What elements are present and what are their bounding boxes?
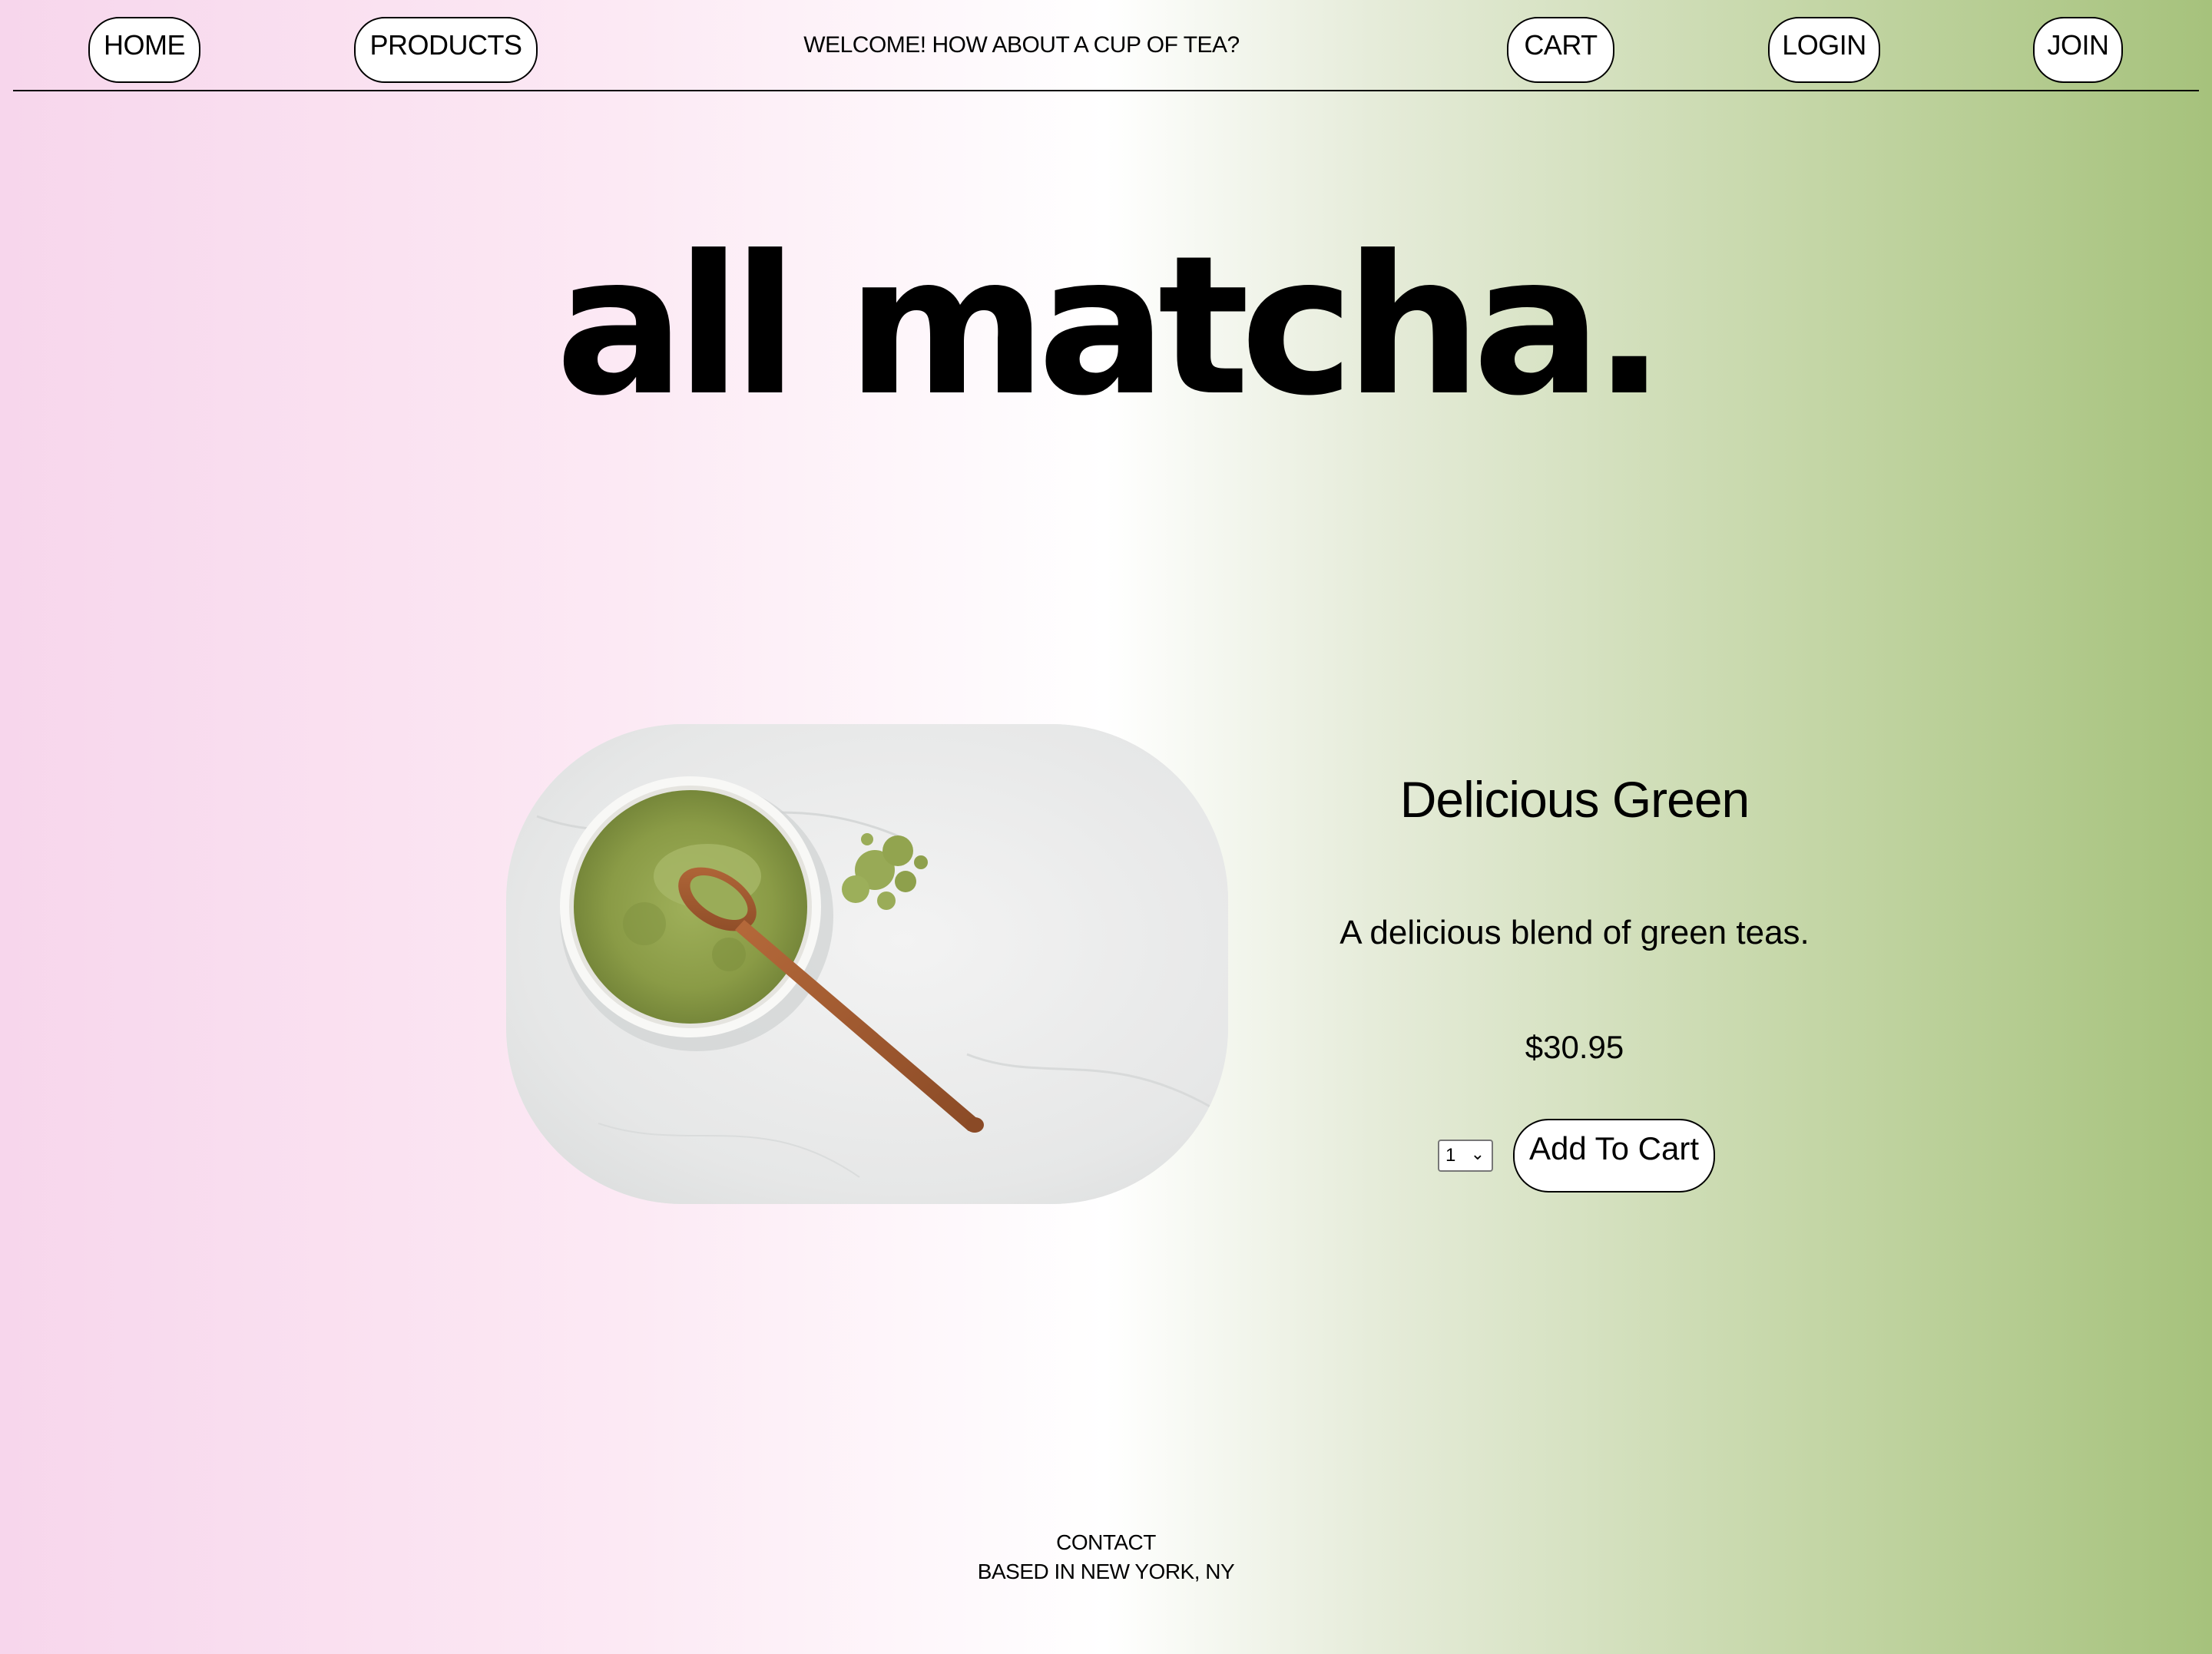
product-price: $30.95 — [1525, 1029, 1624, 1065]
footer-contact-link[interactable]: CONTACT — [0, 1528, 2212, 1557]
product-image — [506, 724, 1228, 1204]
nav-cart-button[interactable]: CART — [1507, 17, 1614, 83]
nav-login-button[interactable]: LOGIN — [1768, 17, 1880, 83]
quantity-select[interactable]: 1 ⌄ — [1438, 1140, 1493, 1172]
nav-home-button[interactable]: HOME — [88, 17, 200, 83]
quantity-value: 1 — [1445, 1145, 1456, 1166]
chevron-down-icon: ⌄ — [1470, 1144, 1485, 1163]
product-name: Delicious Green — [1399, 771, 1750, 828]
footer-location: BASED IN NEW YORK, NY — [977, 1560, 1235, 1583]
welcome-message: WELCOME! HOW ABOUT A CUP OF TEA? — [803, 32, 1240, 58]
footer: CONTACT BASED IN NEW YORK, NY — [0, 1528, 2212, 1586]
matcha-bowl-photo-icon — [506, 724, 1228, 1204]
product-description: A delicious blend of green teas. — [1339, 914, 1810, 951]
nav-divider — [13, 90, 2199, 91]
add-to-cart-button[interactable]: Add To Cart — [1513, 1119, 1715, 1193]
nav-products-button[interactable]: PRODUCTS — [354, 17, 538, 83]
nav-join-button[interactable]: JOIN — [2033, 17, 2123, 83]
top-navigation: HOME PRODUCTS WELCOME! HOW ABOUT A CUP O… — [0, 0, 2212, 92]
hero-title: all matcha. — [555, 214, 1666, 438]
